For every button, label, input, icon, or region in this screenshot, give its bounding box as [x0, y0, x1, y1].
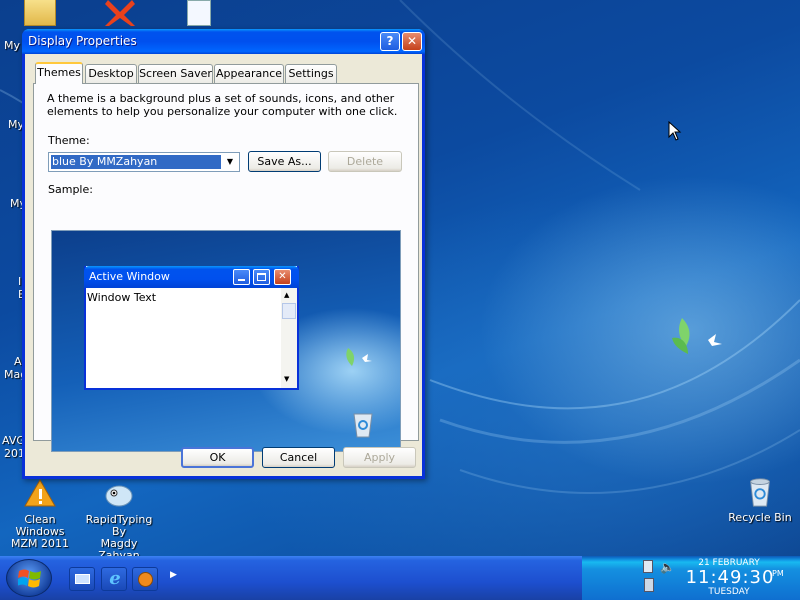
close-icon: ✕ — [274, 269, 291, 285]
avast-icon[interactable] — [132, 567, 158, 591]
clock[interactable]: 21 FEBRUARY 11:49:30 PM TUESDAY — [678, 556, 784, 600]
sample-window-titlebar: Active Window ✕ — [84, 266, 299, 288]
speaker-icon[interactable]: 🔈 — [660, 560, 675, 574]
mouse-pointer-icon — [668, 121, 682, 141]
desktop-icon-recycle-bin[interactable]: Recycle Bin — [720, 476, 800, 524]
sample-recycle-bin-icon — [353, 413, 373, 438]
clock-time: 11:49:30 — [685, 567, 775, 588]
theme-label: Theme: — [48, 134, 90, 147]
theme-sample-preview: Active Window ✕ Window Text ▲ ▼ — [51, 230, 401, 452]
chevron-right-icon[interactable]: ▶ — [170, 570, 177, 580]
icon-label-line: RapidTyping By — [85, 513, 153, 538]
delete-button[interactable]: Delete — [328, 151, 402, 172]
windows-logo-icon — [18, 569, 41, 588]
icon-label-line: Recycle Bin — [728, 511, 792, 524]
sample-active-window: Active Window ✕ Window Text ▲ ▼ — [84, 266, 299, 390]
warning-cleaner-icon — [24, 478, 56, 507]
search-document-icon[interactable] — [187, 0, 211, 26]
start-button[interactable] — [6, 559, 52, 597]
desktop-icon-rapidtyping[interactable]: RapidTyping By Magdy Zahyan — [79, 478, 159, 562]
sample-label: Sample: — [48, 183, 93, 196]
chevron-down-icon[interactable]: ▼ — [222, 154, 238, 170]
sample-scrollbar: ▲ ▼ — [281, 288, 297, 388]
theme-select-value: blue By MMZahyan — [51, 155, 221, 169]
recycle-bin-icon — [750, 478, 770, 507]
tab-desktop[interactable]: Desktop — [85, 64, 137, 83]
maximize-icon — [253, 269, 270, 285]
desktop-icon-clean-windows[interactable]: Clean Windows MZM 2011 — [0, 478, 80, 550]
dialog-title: Display Properties — [28, 34, 137, 48]
help-button[interactable]: ? — [380, 32, 400, 51]
apply-button[interactable]: Apply — [343, 447, 416, 468]
display-properties-dialog: Display Properties ? ✕ Themes Desktop Sc… — [22, 29, 425, 479]
cancel-button[interactable]: Cancel — [262, 447, 335, 468]
tab-settings[interactable]: Settings — [285, 64, 337, 83]
folder-icon[interactable] — [24, 0, 56, 26]
tab-appearance[interactable]: Appearance — [214, 64, 284, 83]
desktop-label-fragment[interactable]: My — [4, 39, 20, 52]
red-x-icon[interactable] — [105, 0, 135, 26]
desktop-label-fragment[interactable]: A — [14, 355, 22, 368]
network-icon[interactable] — [643, 560, 653, 573]
ok-button[interactable]: OK — [181, 447, 254, 468]
sample-window-title: Active Window — [89, 270, 170, 283]
clock-day: TUESDAY — [708, 587, 750, 597]
themes-panel: A theme is a background plus a set of so… — [33, 83, 419, 452]
sample-leaf-bird-icon — [346, 348, 372, 366]
icon-label-line: MZM 2011 — [10, 537, 69, 550]
close-button[interactable]: ✕ — [402, 32, 422, 51]
clock-ampm: PM — [772, 569, 784, 578]
show-desktop-icon[interactable] — [69, 567, 95, 591]
theme-select[interactable]: blue By MMZahyan ▼ — [48, 152, 240, 172]
tab-screen-saver[interactable]: Screen Saver — [138, 64, 213, 83]
minimize-icon — [233, 269, 250, 285]
sample-window-text: Window Text — [87, 291, 157, 304]
dialog-titlebar[interactable]: Display Properties ? ✕ — [22, 29, 425, 54]
themes-description: A theme is a background plus a set of so… — [47, 92, 398, 118]
tab-themes[interactable]: Themes — [35, 62, 83, 84]
save-as-button[interactable]: Save As... — [248, 151, 321, 172]
internet-explorer-icon[interactable]: e — [101, 567, 127, 591]
icon-label-line: Clean Windows — [15, 513, 65, 538]
desktop-label-fragment[interactable]: I — [18, 275, 21, 288]
taskbar: e ▶ EN 🔈 21 FEBRUARY 11:49:30 PM TUESDAY — [0, 556, 800, 600]
rapidtyping-fish-icon — [105, 485, 133, 507]
leaf-bird-icon — [672, 318, 722, 354]
shield-icon[interactable] — [644, 578, 654, 592]
